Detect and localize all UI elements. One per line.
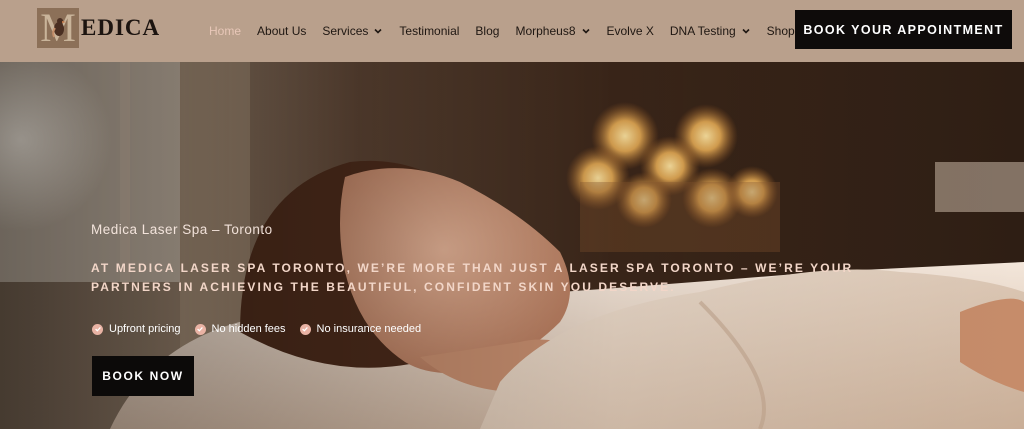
chevron-down-icon (742, 28, 750, 34)
nav-item-label: Home (209, 24, 242, 38)
feature-item: No hidden fees (194, 323, 286, 335)
nav-item-label: Morpheus8 (515, 24, 576, 38)
logo[interactable]: M EDICA (37, 7, 160, 49)
feature-label: No hidden fees (211, 323, 286, 335)
nav-item-evolve-x[interactable]: Evolve X (607, 24, 654, 38)
nav-item-label: About Us (257, 24, 307, 38)
site-header: M EDICA Home About Us Services Testimonial B… (0, 0, 1024, 62)
hero-features: Upfront pricing No hidden fees No insuranc… (92, 323, 435, 335)
feature-item: Upfront pricing (92, 323, 181, 335)
nav-item-label: Evolve X (606, 24, 654, 38)
chevron-down-icon (374, 28, 382, 34)
feature-label: Upfront pricing (109, 323, 181, 335)
check-circle-icon (299, 323, 311, 335)
book-now-button[interactable]: BOOK NOW (92, 356, 194, 396)
check-circle-icon (194, 323, 206, 335)
logo-mark: M (37, 8, 79, 48)
nav-item-label: Shop (766, 24, 795, 38)
hero-headline: AT MEDICA LASER SPA TORONTO, WE’RE MORE … (91, 261, 854, 294)
hero-section: Medica Laser Spa – Toronto AT MEDICA LAS… (0, 62, 1024, 429)
nav-item-blog[interactable]: Blog (475, 24, 499, 38)
nav-item-morpheus8[interactable]: Morpheus8 (515, 24, 590, 38)
nav-item-dna-testing[interactable]: DNA Testing (670, 24, 751, 38)
nav-item-testimonial[interactable]: Testimonial (399, 24, 459, 38)
nav-item-services[interactable]: Services (322, 24, 383, 38)
feature-label: No insurance needed (316, 323, 422, 335)
logo-bird-icon (52, 18, 66, 38)
nav-item-home[interactable]: Home (209, 24, 241, 38)
chevron-down-icon (581, 28, 590, 34)
nav-item-label: DNA Testing (669, 24, 736, 38)
nav-item-label: Blog (475, 24, 500, 38)
main-nav: Home About Us Services Testimonial Blog Morph… (209, 0, 826, 62)
nav-item-label: Services (322, 24, 369, 38)
hero-eyebrow: Medica Laser Spa – Toronto (91, 222, 273, 237)
book-appointment-button[interactable]: BOOK YOUR APPOINTMENT (795, 10, 1012, 49)
feature-item: No insurance needed (299, 323, 422, 335)
check-circle-icon (92, 323, 103, 335)
nav-item-about-us[interactable]: About Us (257, 24, 306, 38)
logo-text: EDICA (81, 15, 161, 40)
nav-item-label: Testimonial (399, 24, 460, 38)
